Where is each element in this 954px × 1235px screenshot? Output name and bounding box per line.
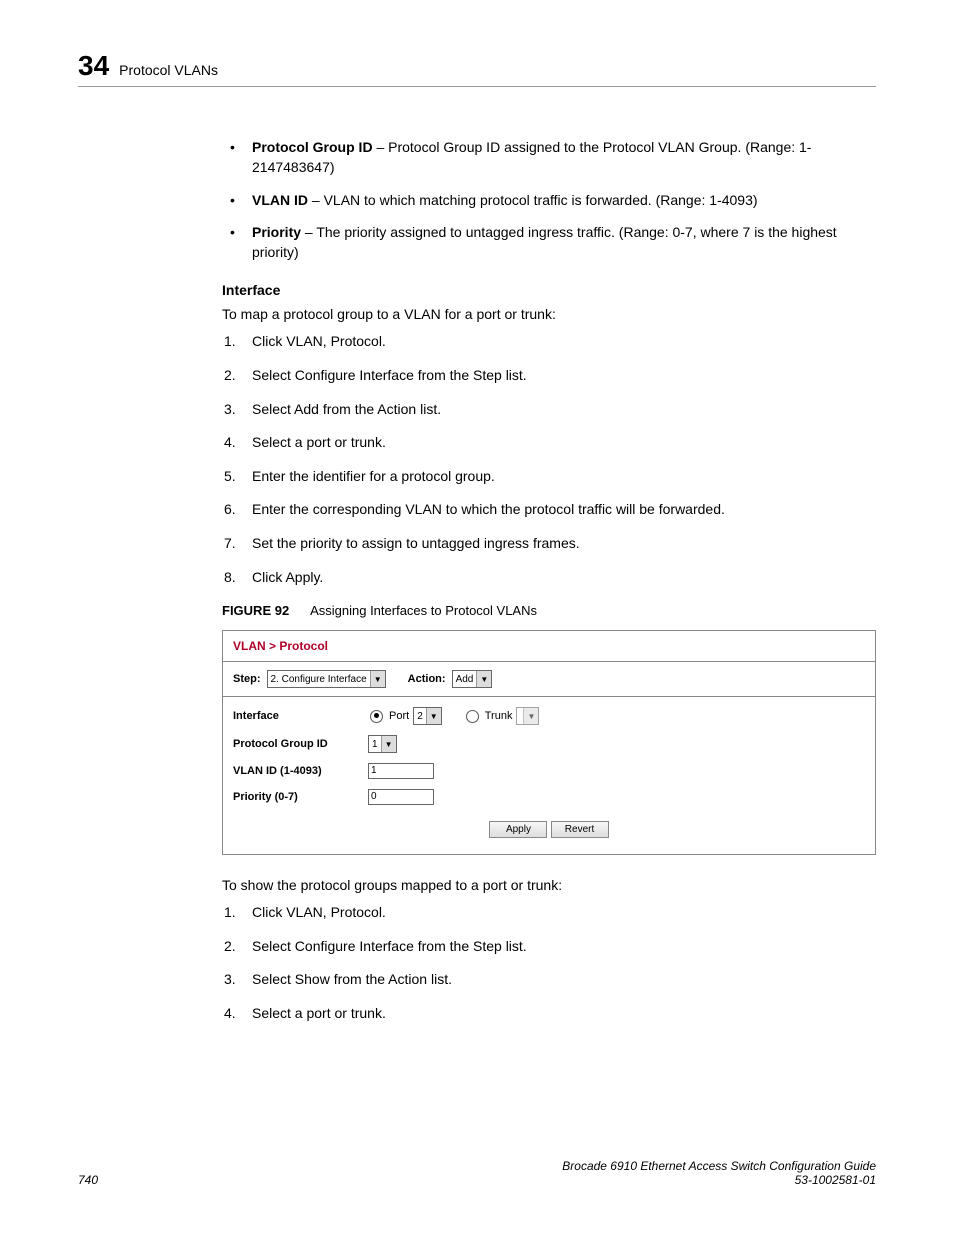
trunk-label: Trunk: [485, 710, 513, 722]
interface-label: Interface: [233, 710, 368, 722]
button-row: Apply Revert: [233, 815, 865, 848]
step-label: Step:: [233, 673, 261, 685]
pgid-select[interactable]: 1 ▼: [368, 735, 397, 753]
definition-item: VLAN ID – VLAN to which matching protoco…: [222, 190, 876, 210]
step-item: Click VLAN, Protocol.: [222, 332, 876, 352]
pgid-row: Protocol Group ID 1 ▼: [233, 735, 865, 753]
step-item: Select Add from the Action list.: [222, 400, 876, 420]
dropdown-arrow-icon: ▼: [523, 708, 538, 724]
chapter-number: 34: [78, 50, 109, 82]
page-number: 740: [78, 1173, 98, 1187]
step-item: Set the priority to assign to untagged i…: [222, 534, 876, 554]
footer-right: Brocade 6910 Ethernet Access Switch Conf…: [562, 1159, 876, 1187]
show-steps: Click VLAN, Protocol. Select Configure I…: [222, 903, 876, 1023]
panel-breadcrumb: VLAN > Protocol: [223, 631, 875, 662]
step-item: Select a port or trunk.: [222, 1004, 876, 1024]
figure-label: FIGURE 92: [222, 603, 289, 618]
step-item: Enter the identifier for a protocol grou…: [222, 467, 876, 487]
definition-term: Priority: [252, 224, 301, 240]
step-item: Select Configure Interface from the Step…: [222, 937, 876, 957]
step-select-value: 2. Configure Interface: [271, 674, 367, 685]
panel-body: Interface Port 2 ▼ Trunk ▼: [223, 697, 875, 854]
figure-title: Assigning Interfaces to Protocol VLANs: [310, 603, 537, 618]
port-radio[interactable]: [370, 710, 383, 723]
step-item: Enter the corresponding VLAN to which th…: [222, 500, 876, 520]
show-intro: To show the protocol groups mapped to a …: [222, 877, 876, 893]
action-select[interactable]: Add ▼: [452, 670, 493, 688]
action-select-value: Add: [456, 674, 474, 685]
step-item: Select Show from the Action list.: [222, 970, 876, 990]
pgid-label: Protocol Group ID: [233, 738, 368, 750]
action-label: Action:: [408, 673, 446, 685]
trunk-select[interactable]: ▼: [516, 707, 539, 725]
doc-number: 53-1002581-01: [795, 1173, 876, 1187]
apply-button[interactable]: Apply: [489, 821, 547, 838]
page-header: 34 Protocol VLANs: [78, 50, 876, 87]
definition-desc: – The priority assigned to untagged ingr…: [252, 224, 837, 260]
page-footer: 740 Brocade 6910 Ethernet Access Switch …: [78, 1159, 876, 1187]
figure-caption: FIGURE 92 Assigning Interfaces to Protoc…: [222, 603, 876, 618]
priority-label: Priority (0-7): [233, 791, 368, 803]
priority-row: Priority (0-7) 0: [233, 789, 865, 805]
dropdown-arrow-icon: ▼: [370, 671, 385, 687]
config-panel: VLAN > Protocol Step: 2. Configure Inter…: [222, 630, 876, 855]
revert-button[interactable]: Revert: [551, 821, 609, 838]
port-select-value: 2: [417, 711, 423, 722]
trunk-radio[interactable]: [466, 710, 479, 723]
definition-list: Protocol Group ID – Protocol Group ID as…: [222, 137, 876, 262]
pgid-select-value: 1: [372, 739, 378, 750]
interface-steps: Click VLAN, Protocol. Select Configure I…: [222, 332, 876, 587]
dropdown-arrow-icon: ▼: [381, 736, 396, 752]
step-item: Select Configure Interface from the Step…: [222, 366, 876, 386]
step-item: Select a port or trunk.: [222, 433, 876, 453]
dropdown-arrow-icon: ▼: [476, 671, 491, 687]
vlan-label: VLAN ID (1-4093): [233, 765, 368, 777]
vlan-row: VLAN ID (1-4093) 1: [233, 763, 865, 779]
step-item: Click VLAN, Protocol.: [222, 903, 876, 923]
priority-input[interactable]: 0: [368, 789, 434, 805]
dropdown-arrow-icon: ▼: [426, 708, 441, 724]
header-title: Protocol VLANs: [119, 62, 218, 78]
panel-toolbar: Step: 2. Configure Interface ▼ Action: A…: [223, 662, 875, 697]
step-item: Click Apply.: [222, 568, 876, 588]
port-select[interactable]: 2 ▼: [413, 707, 442, 725]
guide-title: Brocade 6910 Ethernet Access Switch Conf…: [562, 1159, 876, 1173]
definition-term: VLAN ID: [252, 192, 308, 208]
definition-item: Priority – The priority assigned to unta…: [222, 222, 876, 263]
interface-intro: To map a protocol group to a VLAN for a …: [222, 306, 876, 322]
step-select[interactable]: 2. Configure Interface ▼: [267, 670, 386, 688]
definition-item: Protocol Group ID – Protocol Group ID as…: [222, 137, 876, 178]
port-label: Port: [389, 710, 409, 722]
vlan-input[interactable]: 1: [368, 763, 434, 779]
interface-heading: Interface: [222, 282, 876, 298]
interface-row: Interface Port 2 ▼ Trunk ▼: [233, 707, 865, 725]
definition-term: Protocol Group ID: [252, 139, 373, 155]
definition-desc: – VLAN to which matching protocol traffi…: [308, 192, 758, 208]
